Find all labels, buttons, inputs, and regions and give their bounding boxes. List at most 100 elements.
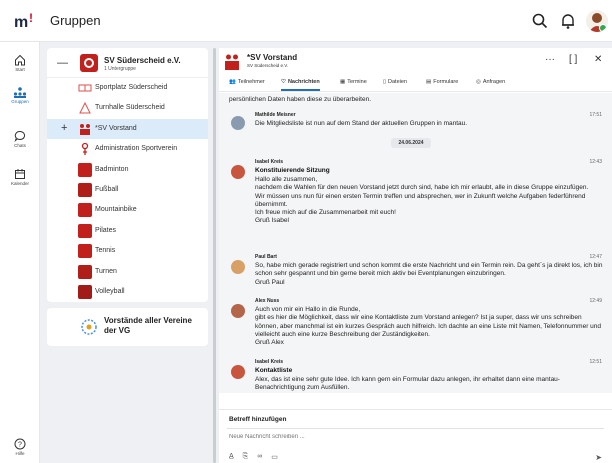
group-header[interactable]: — SV Süderscheid e.V. 1 Untergruppe xyxy=(47,48,208,78)
page-title: Gruppen xyxy=(50,13,101,28)
message-time: 12:51 xyxy=(589,359,602,365)
message-time: 12:49 xyxy=(589,298,602,304)
send-icon[interactable]: ➤ xyxy=(595,453,602,462)
club-logo-icon xyxy=(80,54,98,72)
home-icon xyxy=(15,54,25,66)
group-item-label: Mountainbike xyxy=(95,206,137,214)
app-logo[interactable]: m ! xyxy=(14,10,38,32)
message-author: Alex Nuss xyxy=(255,298,280,304)
message-time: 12:43 xyxy=(589,159,602,165)
group-item-volleyball[interactable]: Volleyball xyxy=(47,282,208,302)
group-item-label: Pilates xyxy=(95,226,117,234)
group-item-pilates[interactable]: Pilates xyxy=(47,221,208,241)
group-item-label: Sportplatz Süderscheid xyxy=(95,84,168,91)
chat-tabs: 👥 Teilnehmer ♡ Nachrichten ▦ Termine ▯ Datei… xyxy=(219,76,612,92)
request-icon: ◎ xyxy=(476,79,481,85)
chat-panel: *SV Vorstand SV Süderscheid e.V. ··· [ ]… xyxy=(219,48,612,463)
nav-start[interactable]: Start xyxy=(0,54,40,72)
avatar xyxy=(231,365,245,379)
groups-panel: — SV Süderscheid e.V. 1 Untergruppe Spor… xyxy=(47,48,213,463)
format-icon[interactable]: A̲ xyxy=(229,453,234,461)
nav-chats[interactable]: Chats xyxy=(0,130,40,148)
message-title: Kontaktliste xyxy=(255,367,293,374)
close-icon[interactable]: ✕ xyxy=(594,54,602,65)
gymnastics-icon xyxy=(78,264,92,279)
message-body: Die Mitgliedsliste ist nun auf dem Stand… xyxy=(255,120,468,127)
chat-subtitle: SV Süderscheid e.V. xyxy=(247,63,289,68)
svg-text:?: ? xyxy=(18,442,22,449)
message-composer: Betreff hinzufügen A̲ ⎘ ∞ ▭ ➤ xyxy=(219,409,612,463)
form-icon: ▤ xyxy=(426,79,432,85)
main-nav: Start Gruppen Chats Kalender ? Hilfe xyxy=(0,42,40,463)
nav-label: Hilfe xyxy=(15,451,25,456)
more-icon[interactable]: ··· xyxy=(545,54,555,65)
expand-icon[interactable]: + xyxy=(61,122,67,134)
group-item-badminton[interactable]: Badminton xyxy=(47,160,208,180)
nav-label: Gruppen xyxy=(11,99,29,104)
nav-label: Chats xyxy=(14,143,26,148)
media-icon[interactable]: ▭ xyxy=(271,453,278,461)
avatar xyxy=(231,304,245,318)
message-title: Konstituierende Sitzung xyxy=(255,167,330,174)
field-icon xyxy=(78,81,92,95)
user-avatar[interactable] xyxy=(586,10,608,32)
file-icon: ▯ xyxy=(383,79,387,85)
group-item-label: Turnhalle Süderscheid xyxy=(95,104,165,112)
tab-anfragen[interactable]: ◎ Anfragen xyxy=(476,79,505,85)
group-item-tennis[interactable]: Tennis xyxy=(47,241,208,261)
help-icon: ? xyxy=(14,438,26,450)
group-item-label: Fußball xyxy=(95,185,119,193)
bike-icon xyxy=(78,203,92,218)
gym-icon xyxy=(78,101,92,116)
expand-icon[interactable]: [ ] xyxy=(569,54,577,65)
attach-icon[interactable]: ⎘ xyxy=(243,453,249,461)
chat-icon xyxy=(14,130,26,142)
svg-text:m: m xyxy=(14,14,28,31)
svg-text:!: ! xyxy=(29,11,33,25)
bell-icon[interactable] xyxy=(559,12,577,30)
nav-label: Kalender xyxy=(10,181,29,186)
group-item-label: Badminton xyxy=(95,165,129,173)
tab-nachrichten[interactable]: ♡ Nachrichten xyxy=(281,79,320,91)
message-feed[interactable]: persönlichen Daten haben diese zu überar… xyxy=(219,93,612,393)
group-item-mountainbike[interactable]: Mountainbike xyxy=(47,200,208,220)
group-item-turnhalle[interactable]: Turnhalle Süderscheid xyxy=(47,98,208,118)
group-card-vorstaende[interactable]: Vorstände aller Vereine der VG xyxy=(47,308,208,346)
message-time: 12:47 xyxy=(589,254,602,260)
collapse-icon[interactable]: — xyxy=(57,57,68,69)
chat-header: *SV Vorstand SV Süderscheid e.V. ··· [ ]… xyxy=(219,48,612,76)
nav-hilfe[interactable]: ? Hilfe xyxy=(0,438,40,456)
chat-title: *SV Vorstand xyxy=(247,53,298,62)
groups-icon xyxy=(13,87,27,98)
group-item-label: Tennis xyxy=(95,247,116,255)
group-item-fussball[interactable]: Fußball xyxy=(47,180,208,200)
group-name: SV Süderscheid e.V. xyxy=(104,56,181,65)
tab-teilnehmer[interactable]: 👥 Teilnehmer xyxy=(229,79,265,85)
group-item-administration[interactable]: Administration Sportverein xyxy=(47,139,208,159)
nav-label: Start xyxy=(15,67,25,72)
group-item-sportplatz[interactable]: Sportplatz Süderscheid xyxy=(47,78,208,98)
subject-field[interactable]: Betreff hinzufügen xyxy=(229,416,286,423)
tab-formulare[interactable]: ▤ Formulare xyxy=(426,79,458,85)
link-icon[interactable]: ∞ xyxy=(257,453,262,461)
message-author: Paul Bart xyxy=(255,254,277,260)
tab-dateien[interactable]: ▯ Dateien xyxy=(383,79,407,85)
message-input[interactable] xyxy=(229,434,529,440)
nav-kalender[interactable]: Kalender xyxy=(0,168,40,186)
group-item-label: *SV Vorstand xyxy=(95,124,137,132)
group-subtitle: 1 Untergruppe xyxy=(104,66,136,72)
nav-gruppen[interactable]: Gruppen xyxy=(0,86,40,104)
group-item-label: Volleyball xyxy=(95,287,125,295)
message-body: Auch von mir ein Hallo in die Runde, gib… xyxy=(255,306,602,347)
divider xyxy=(227,428,604,429)
group-item-sv-vorstand[interactable]: + *SV Vorstand xyxy=(47,118,208,140)
message-body: So, habe mich gerade registriert und sch… xyxy=(255,262,603,286)
groups-scrollbar[interactable] xyxy=(213,48,216,463)
calendar-icon: ▦ xyxy=(340,79,346,85)
top-bar: m ! Gruppen xyxy=(0,0,612,42)
tab-termine[interactable]: ▦ Termine xyxy=(340,79,367,85)
badminton-icon xyxy=(78,162,92,177)
composer-toolbar: A̲ ⎘ ∞ ▭ xyxy=(229,453,278,461)
group-item-turnen[interactable]: Turnen xyxy=(47,262,208,282)
search-icon[interactable] xyxy=(531,12,549,30)
